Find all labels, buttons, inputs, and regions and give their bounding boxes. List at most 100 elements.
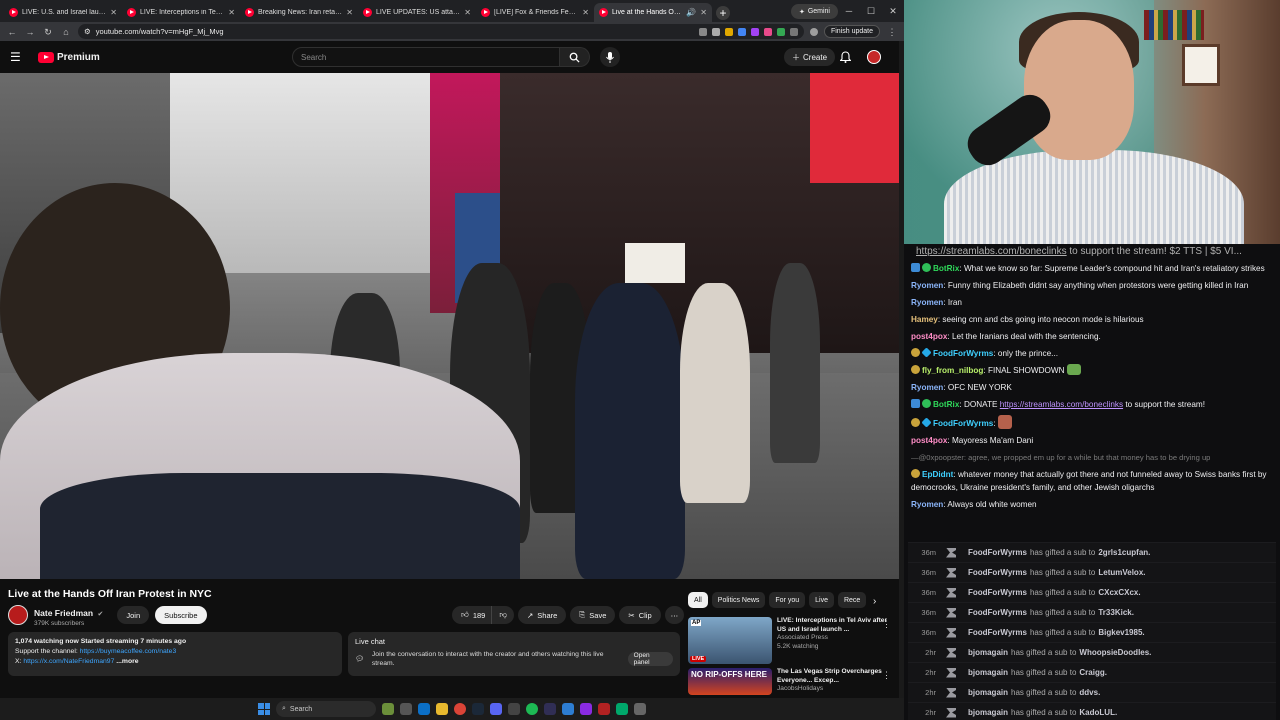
- chat-username[interactable]: Ryomen: [911, 298, 943, 307]
- file-explorer-icon[interactable]: [436, 703, 448, 715]
- join-button[interactable]: Join: [117, 606, 150, 624]
- close-tab-icon[interactable]: ✕: [464, 8, 471, 17]
- sub-recipient-name[interactable]: CXcxCXcx.: [1098, 588, 1140, 597]
- browser-tab[interactable]: [LIVE] Fox & Friends Feb 28, 20✕: [476, 3, 594, 22]
- app-icon[interactable]: [598, 703, 610, 715]
- support-link[interactable]: https://buymeacoffee.com/nate3: [80, 648, 177, 655]
- chip-all[interactable]: All: [688, 592, 708, 608]
- related-video[interactable]: AP LIVE LIVE: Interceptions in Tel Aviv …: [688, 617, 893, 664]
- notifications-bell-icon[interactable]: [840, 51, 851, 63]
- sub-gifter-name[interactable]: bjomagain: [968, 668, 1008, 677]
- profile-avatar-icon[interactable]: [809, 27, 818, 36]
- chat-username[interactable]: FoodForWyrms: [933, 349, 993, 358]
- home-icon[interactable]: ⌂: [60, 26, 72, 38]
- chat-username[interactable]: fly_from_nilbog: [922, 366, 983, 375]
- create-button[interactable]: ＋ Create: [784, 48, 836, 66]
- chat-username[interactable]: Hamey: [911, 315, 938, 324]
- channel-name[interactable]: Nate Friedman: [34, 608, 93, 618]
- app-icon[interactable]: [508, 703, 520, 715]
- reload-icon[interactable]: ↻: [42, 26, 54, 38]
- widgets-icon[interactable]: [382, 703, 394, 715]
- sub-recipient-name[interactable]: Tr33Kick.: [1098, 608, 1134, 617]
- chip-for-you[interactable]: For you: [769, 592, 806, 608]
- chat-username[interactable]: Ryomen: [911, 500, 943, 509]
- bookmark-star-icon[interactable]: [711, 27, 720, 36]
- chat-username[interactable]: BotRix: [933, 264, 959, 273]
- sub-recipient-name[interactable]: 2grls1cupfan.: [1098, 548, 1150, 557]
- url-bar[interactable]: ⚙ youtube.com/watch?v=mHgF_Mj_Mvg: [78, 24, 804, 39]
- hamburger-menu-icon[interactable]: ☰: [10, 50, 26, 64]
- chat-link[interactable]: https://streamlabs.com/boneclinks: [1000, 400, 1123, 409]
- open-panel-button[interactable]: Open panel: [627, 652, 673, 666]
- sub-recipient-name[interactable]: Bigkev1985.: [1098, 628, 1144, 637]
- more-vertical-icon[interactable]: ⋮: [882, 670, 891, 681]
- sub-gifter-name[interactable]: FoodForWyrms: [968, 588, 1027, 597]
- extension-icon[interactable]: [737, 27, 746, 36]
- search-input[interactable]: [292, 47, 560, 67]
- cast-icon[interactable]: [698, 27, 707, 36]
- chat-username[interactable]: Ryomen: [911, 281, 943, 290]
- youtube-logo[interactable]: Premium: [38, 51, 100, 63]
- app-icon[interactable]: [616, 703, 628, 715]
- chrome-icon[interactable]: [454, 703, 466, 715]
- browser-tab[interactable]: LIVE: U.S. and Israel launch joi✕: [4, 3, 122, 22]
- sub-recipient-name[interactable]: LetumVelox.: [1098, 568, 1145, 577]
- related-thumbnail[interactable]: AP LIVE: [688, 617, 772, 664]
- task-view-icon[interactable]: [400, 703, 412, 715]
- channel-avatar[interactable]: [8, 605, 28, 625]
- like-button[interactable]: 👍︎ 189: [452, 606, 492, 624]
- voice-search-button[interactable]: [600, 47, 620, 67]
- chat-username[interactable]: BotRix: [933, 400, 959, 409]
- chip-live[interactable]: Live: [809, 592, 834, 608]
- puzzle-icon[interactable]: [789, 27, 798, 36]
- ticker-link[interactable]: https://streamlabs.com/boneclinks: [916, 246, 1067, 257]
- chat-username[interactable]: EpDidnt: [922, 470, 953, 479]
- save-button[interactable]: ⎘ Save: [570, 606, 616, 624]
- browser-tab[interactable]: Breaking News: Iran retaliates a✕: [240, 3, 358, 22]
- finish-update-button[interactable]: Finish update: [823, 25, 880, 38]
- close-tab-icon[interactable]: ✕: [582, 8, 589, 17]
- app-icon[interactable]: [634, 703, 646, 715]
- app-icon[interactable]: [580, 703, 592, 715]
- extension-icon[interactable]: [724, 27, 733, 36]
- description-box[interactable]: 1,074 watching now Started streaming 7 m…: [8, 632, 342, 676]
- windows-start-icon[interactable]: [258, 703, 270, 715]
- close-tab-icon[interactable]: ✕: [110, 8, 117, 17]
- more-vertical-icon[interactable]: ⋮: [882, 619, 891, 630]
- obs-icon[interactable]: [544, 703, 556, 715]
- taskbar-search[interactable]: ⌕ Search: [276, 701, 376, 717]
- extension-icon[interactable]: [763, 27, 772, 36]
- minimize-button[interactable]: ─: [838, 0, 860, 22]
- maximize-button[interactable]: ☐: [860, 0, 882, 22]
- related-title[interactable]: The Las Vegas Strip Overcharges Everyone…: [777, 668, 893, 685]
- related-thumbnail[interactable]: NO RIP-OFFS HERE: [688, 668, 772, 695]
- chip-politics-news[interactable]: Politics News: [711, 592, 766, 608]
- site-info-icon[interactable]: ⚙: [84, 27, 91, 36]
- close-tab-icon[interactable]: ✕: [346, 8, 353, 17]
- sub-recipient-name[interactable]: KadoLUL.: [1079, 708, 1117, 717]
- app-icon[interactable]: [562, 703, 574, 715]
- browser-tab[interactable]: LIVE: Interceptions in Tel Aviv a ✕: [122, 3, 240, 22]
- search-button[interactable]: [560, 47, 590, 67]
- sub-gifter-name[interactable]: bjomagain: [968, 708, 1008, 717]
- browser-tab-active[interactable]: Live at the Hands Off Iran P 🔊✕: [594, 3, 712, 22]
- steam-icon[interactable]: [472, 703, 484, 715]
- sub-recipient-name[interactable]: ddvs.: [1079, 688, 1100, 697]
- discord-icon[interactable]: [490, 703, 502, 715]
- video-player[interactable]: [0, 73, 899, 579]
- close-tab-icon[interactable]: ✕: [228, 8, 235, 17]
- edge-browser-icon[interactable]: [418, 703, 430, 715]
- share-button[interactable]: ↗ Share: [517, 606, 567, 624]
- x-link[interactable]: https://x.com/NateFriedman97: [23, 658, 114, 665]
- related-video[interactable]: NO RIP-OFFS HERE The Las Vegas Strip Ove…: [688, 668, 893, 695]
- sub-gifter-name[interactable]: FoodForWyrms: [968, 568, 1027, 577]
- more-vertical-icon[interactable]: ⋮: [886, 26, 898, 38]
- sub-gifter-name[interactable]: FoodForWyrms: [968, 628, 1027, 637]
- browser-tab[interactable]: LIVE UPDATES: US attacks Iran ✕: [358, 3, 476, 22]
- gemini-button[interactable]: ✦ Gemini: [790, 4, 838, 19]
- subscribe-button[interactable]: Subscribe: [155, 606, 207, 624]
- back-arrow-icon[interactable]: ←: [6, 26, 18, 38]
- chevron-right-icon[interactable]: ›: [873, 596, 876, 607]
- chip-recent[interactable]: Rece: [837, 592, 867, 608]
- show-more-link[interactable]: ...more: [114, 658, 138, 665]
